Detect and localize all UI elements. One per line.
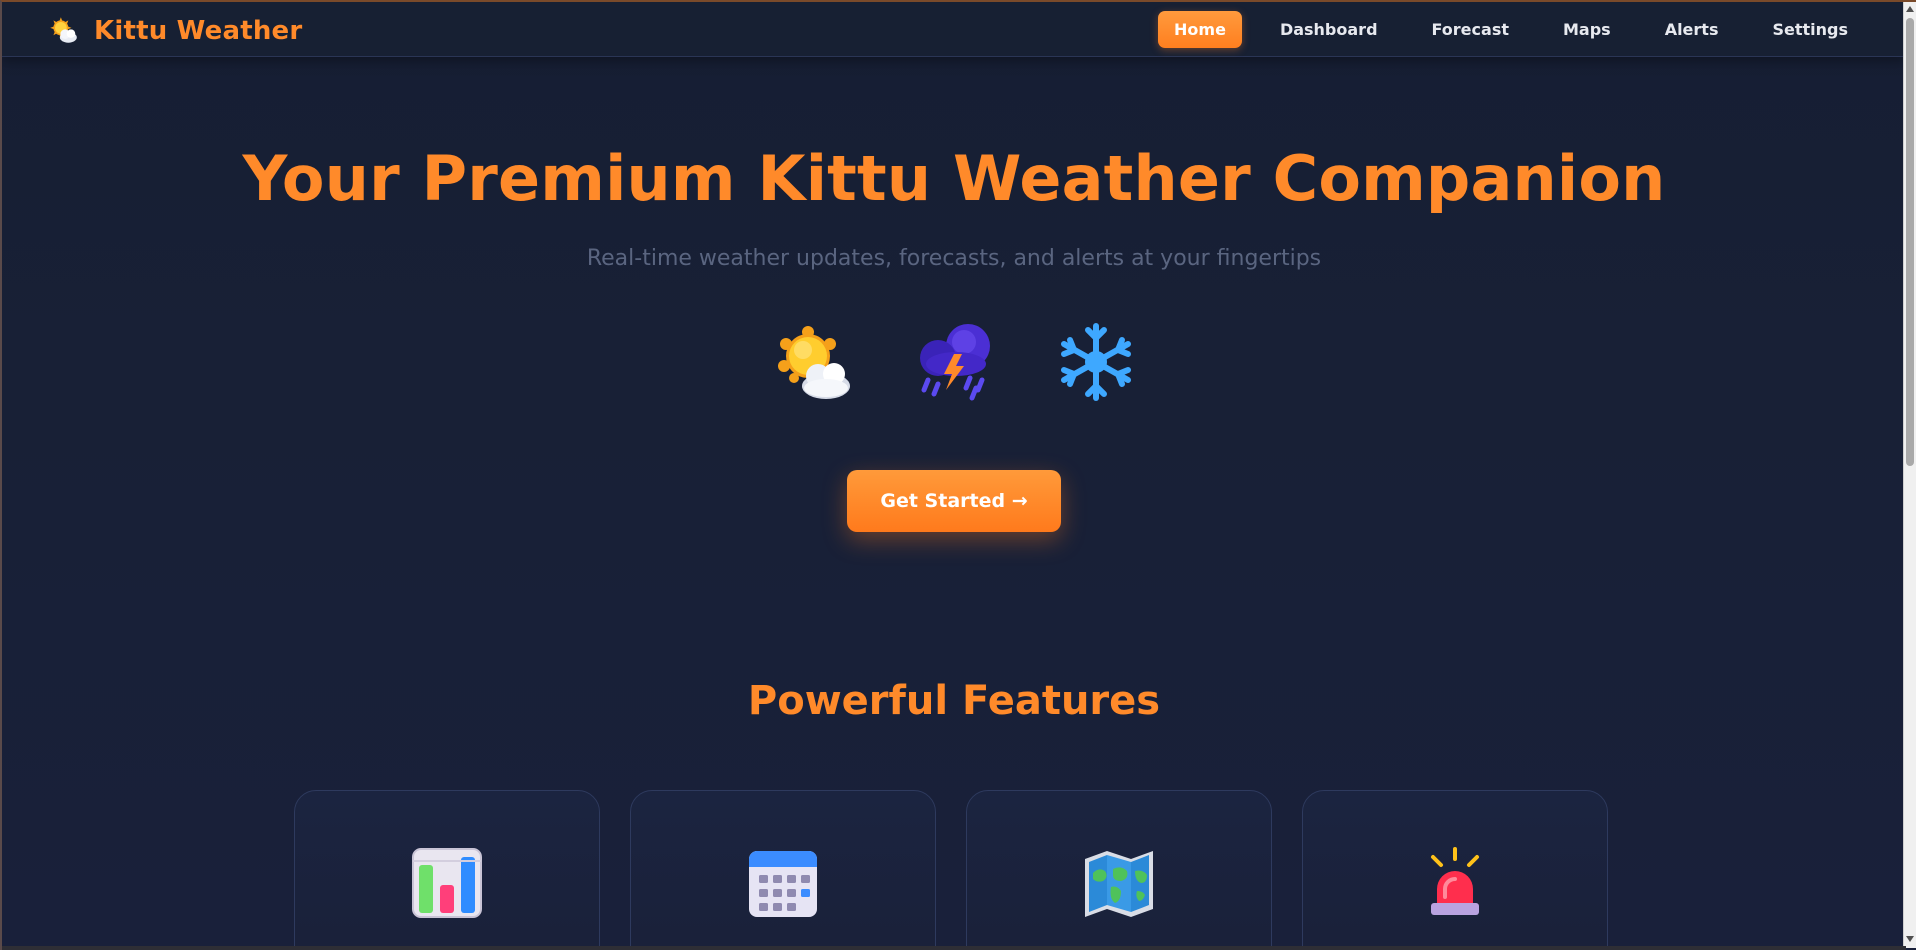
bar-chart-icon — [412, 848, 482, 918]
brand-name: Kittu Weather — [94, 16, 303, 46]
scroll-up-arrow-icon[interactable] — [1906, 6, 1914, 12]
page: Kittu Weather Home Dashboard Forecast Ma… — [0, 0, 1916, 950]
nav-item-maps[interactable]: Maps — [1547, 11, 1627, 48]
nav-item-dashboard[interactable]: Dashboard — [1264, 11, 1394, 48]
feature-card[interactable] — [630, 790, 936, 950]
main-nav: Home Dashboard Forecast Maps Alerts Sett… — [1136, 11, 1864, 48]
top-navbar: Kittu Weather Home Dashboard Forecast Ma… — [2, 2, 1906, 57]
nav-item-forecast[interactable]: Forecast — [1416, 11, 1525, 48]
nav-item-home[interactable]: Home — [1158, 11, 1242, 48]
hero-subtitle: Real-time weather updates, forecasts, an… — [586, 246, 1322, 271]
thunder-rain-cloud-icon — [920, 324, 990, 401]
window-bottom-edge — [2, 946, 1906, 950]
calendar-icon — [749, 851, 817, 917]
scroll-down-arrow-icon[interactable] — [1906, 936, 1914, 942]
snowflake-icon — [1061, 323, 1131, 401]
feature-card[interactable] — [1302, 790, 1608, 950]
feature-card[interactable] — [966, 790, 1272, 950]
feature-cards — [294, 790, 1608, 950]
alarm-light-icon — [1431, 847, 1479, 915]
hero-title: Your Premium Kittu Weather Companion — [242, 142, 1666, 215]
sun-behind-cloud-icon — [50, 17, 77, 43]
brand[interactable]: Kittu Weather — [46, 14, 302, 48]
scroll-thumb[interactable] — [1906, 18, 1914, 466]
sun-behind-cloud-icon — [778, 326, 850, 399]
get-started-button[interactable]: Get Started → — [847, 470, 1061, 532]
nav-item-alerts[interactable]: Alerts — [1649, 11, 1735, 48]
feature-card[interactable] — [294, 790, 600, 950]
nav-item-settings[interactable]: Settings — [1756, 11, 1864, 48]
hero-weather-icons — [770, 320, 1138, 404]
vertical-scrollbar[interactable] — [1903, 2, 1916, 948]
world-map-icon — [1085, 851, 1153, 917]
features-title: Powerful Features — [747, 678, 1161, 724]
